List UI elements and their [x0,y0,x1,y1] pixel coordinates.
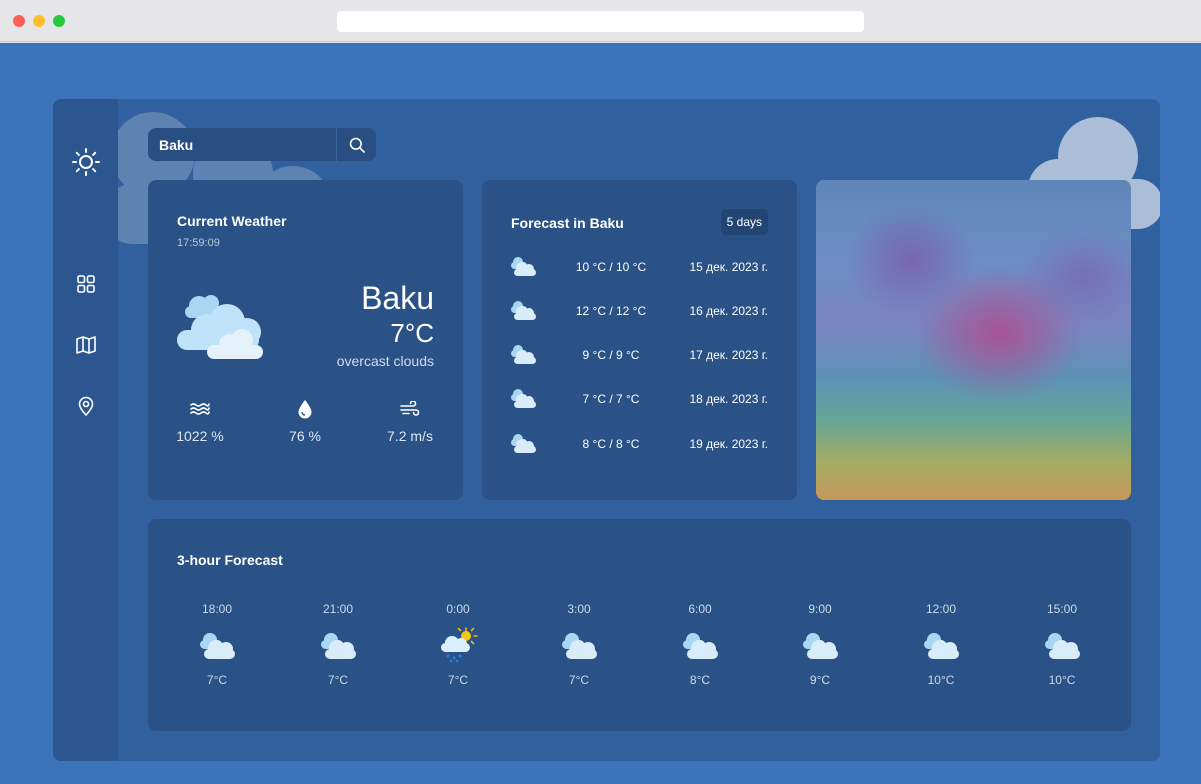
forecast-date: 17 дек. 2023 г. [689,348,768,362]
sidebar-item-home[interactable] [53,142,118,182]
wind-stat: 7.2 m/s [370,398,450,444]
pressure-icon [190,403,210,415]
cloudy-icon [511,301,536,320]
forecast-row: 8 °C / 8 °C 19 дек. 2023 г. [482,429,797,459]
forecast-temp: 12 °C / 12 °C [575,304,647,318]
grid-icon [76,275,95,293]
forecast-date: 19 дек. 2023 г. [689,437,768,451]
hourly-item: 9:00 9°C [780,602,860,687]
sidebar-item-map[interactable] [53,325,118,365]
forecast-title: Forecast in Baku [511,215,624,231]
overcast-clouds-icon [177,295,263,359]
hourly-temp: 7°C [447,673,469,687]
close-window-button[interactable] [13,15,25,27]
hourly-time: 3:00 [567,602,591,616]
sidebar [53,99,118,761]
cloudy-icon [511,389,536,408]
weather-app: Current Weather 17:59:09 Baku 7°C overca… [53,99,1160,761]
forecast-date: 18 дек. 2023 г. [689,392,768,406]
hourly-time: 9:00 [808,602,832,616]
pressure-value: 1022 % [176,428,224,444]
forecast-temp: 10 °C / 10 °C [575,260,647,274]
hourly-temp: 7°C [327,673,349,687]
hourly-forecast-card: 3-hour Forecast 18:00 7°C 21:00 7°C 0:00… [148,519,1131,731]
weather-description: overcast clouds [336,353,434,369]
weather-map[interactable] [816,180,1131,500]
forecast-temp: 9 °C / 9 °C [582,348,640,362]
sidebar-item-location[interactable] [53,386,118,426]
wind-value: 7.2 m/s [387,428,433,444]
map-icon [75,336,96,354]
forecast-card: Forecast in Baku 5 days 10 °C / 10 °C 15… [482,180,797,500]
search-button[interactable] [336,128,376,161]
hourly-item: 6:00 8°C [660,602,740,687]
forecast-row: 12 °C / 12 °C 16 дек. 2023 г. [482,296,797,326]
hourly-temp: 7°C [206,673,228,687]
forecast-date: 16 дек. 2023 г. [689,304,768,318]
humidity-value: 76 % [289,428,321,444]
hourly-item: 12:00 10°C [901,602,981,687]
cloudy-icon [321,633,356,659]
humidity-stat: 76 % [265,398,345,444]
hourly-temp: 9°C [809,673,831,687]
current-time: 17:59:09 [177,237,220,249]
forecast-days-toggle[interactable]: 5 days [720,209,768,235]
hourly-temp: 10°C [927,673,955,687]
city-name: Baku [361,280,434,316]
hourly-item: 0:00 7°C [418,602,498,687]
hourly-item: 18:00 7°C [177,602,257,687]
cloudy-icon [200,633,235,659]
cloudy-icon [511,257,536,276]
current-weather-title: Current Weather [177,213,287,229]
hourly-time: 18:00 [201,602,233,616]
hourly-time: 12:00 [925,602,957,616]
forecast-row: 10 °C / 10 °C 15 дек. 2023 г. [482,252,797,282]
sun-rain-icon [441,627,478,663]
hourly-time: 15:00 [1046,602,1078,616]
cloudy-icon [683,633,718,659]
hourly-temp: 7°C [568,673,590,687]
hourly-time: 0:00 [446,602,470,616]
sidebar-item-dashboard[interactable] [53,264,118,304]
pressure-stat: 1022 % [160,398,240,444]
humidity-icon [298,400,312,419]
forecast-temp: 7 °C / 7 °C [582,392,640,406]
maximize-window-button[interactable] [53,15,65,27]
address-bar[interactable] [337,11,864,32]
search-bar [148,128,376,161]
cloudy-icon [803,633,838,659]
hourly-temp: 10°C [1048,673,1076,687]
page-viewport: Current Weather 17:59:09 Baku 7°C overca… [0,43,1201,784]
forecast-row: 9 °C / 9 °C 17 дек. 2023 г. [482,340,797,370]
cloudy-icon [1045,633,1080,659]
hourly-temp: 8°C [689,673,711,687]
hourly-forecast-title: 3-hour Forecast [177,552,283,568]
hourly-time: 6:00 [688,602,712,616]
search-icon [349,137,365,153]
current-weather-card: Current Weather 17:59:09 Baku 7°C overca… [148,180,463,500]
hourly-item: 15:00 10°C [1022,602,1102,687]
search-input[interactable] [148,128,336,161]
browser-chrome [0,0,1201,42]
forecast-temp: 8 °C / 8 °C [582,437,640,451]
cloudy-icon [511,434,536,453]
wind-icon [400,401,420,416]
current-temperature: 7°C [390,318,434,348]
hourly-time: 21:00 [322,602,354,616]
minimize-window-button[interactable] [33,15,45,27]
cloudy-icon [924,633,959,659]
forecast-row: 7 °C / 7 °C 18 дек. 2023 г. [482,384,797,414]
cloudy-icon [562,633,597,659]
forecast-date: 15 дек. 2023 г. [689,260,768,274]
sun-icon [71,148,100,176]
hourly-item: 3:00 7°C [539,602,619,687]
hourly-item: 21:00 7°C [298,602,378,687]
cloudy-icon [511,345,536,364]
location-pin-icon [78,396,93,416]
